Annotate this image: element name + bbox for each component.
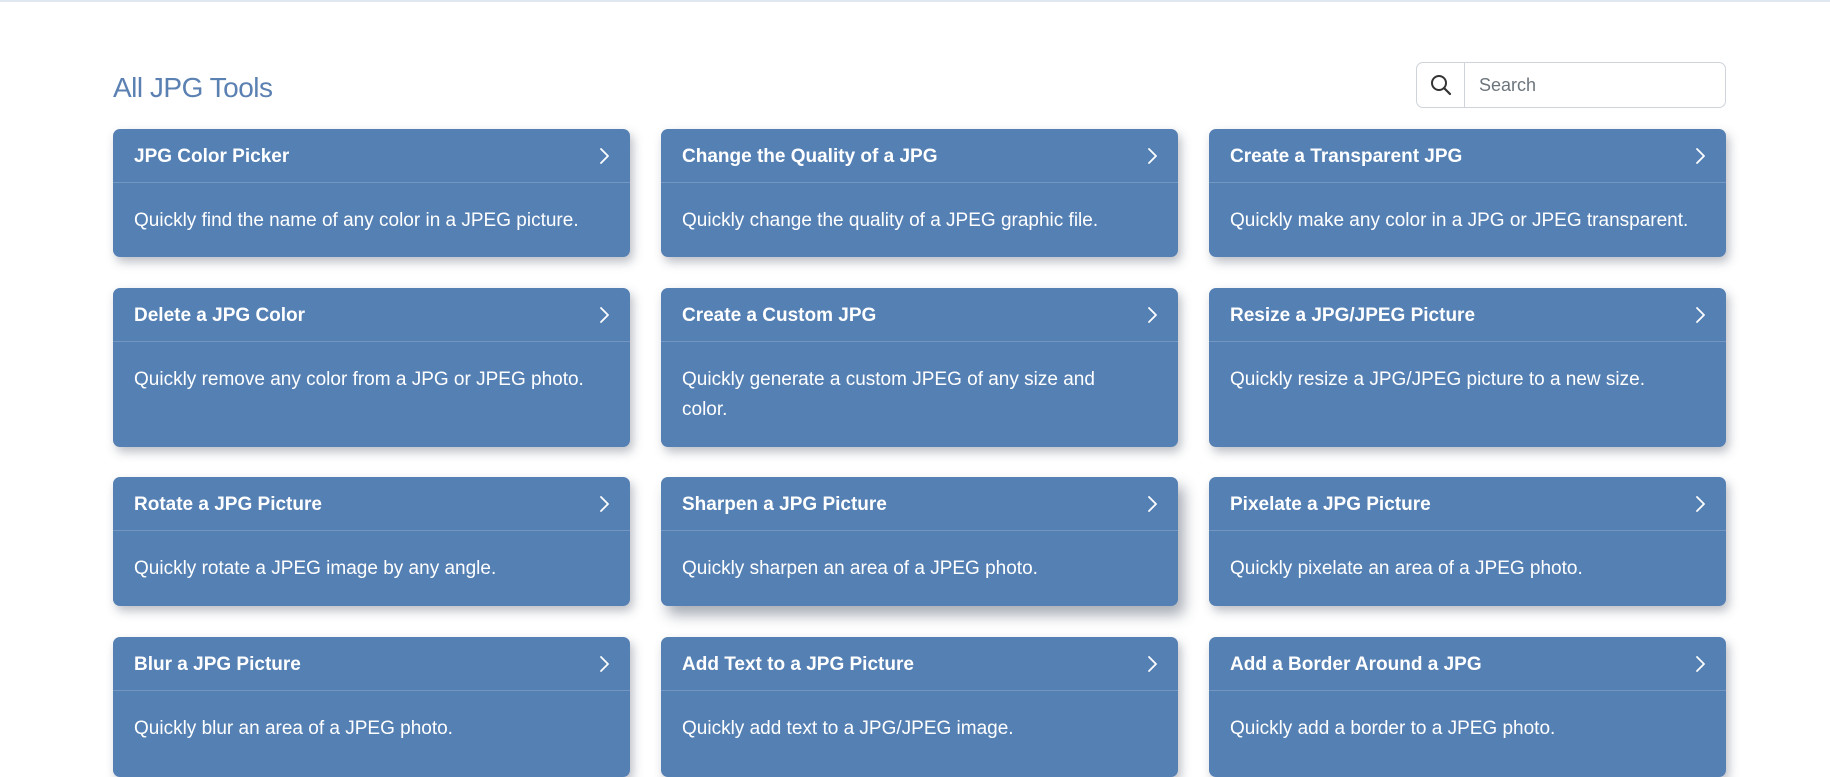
card-header: Sharpen a JPG Picture bbox=[661, 477, 1178, 531]
card-description: Quickly add a border to a JPEG photo. bbox=[1230, 718, 1556, 739]
card-header: Delete a JPG Color bbox=[113, 288, 630, 342]
page-title: All JPG Tools bbox=[113, 72, 273, 103]
card-header: Change the Quality of a JPG bbox=[661, 129, 1178, 183]
chevron-right-icon bbox=[600, 307, 609, 323]
card-header: Blur a JPG Picture bbox=[113, 637, 630, 691]
chevron-right-icon bbox=[1148, 307, 1157, 323]
card-description: Quickly pixelate an area of a JPEG photo… bbox=[1230, 558, 1583, 579]
tool-card-add-border[interactable]: Add a Border Around a JPG Quickly add a … bbox=[1209, 637, 1726, 777]
chevron-right-icon bbox=[1696, 656, 1705, 672]
chevron-right-icon bbox=[1148, 496, 1157, 512]
card-title: Change the Quality of a JPG bbox=[682, 146, 938, 167]
tool-card-sharpen[interactable]: Sharpen a JPG Picture Quickly sharpen an… bbox=[661, 477, 1178, 606]
card-description: Quickly change the quality of a JPEG gra… bbox=[682, 210, 1099, 231]
chevron-right-icon bbox=[1696, 307, 1705, 323]
search-box bbox=[1416, 62, 1726, 108]
card-description: Quickly blur an area of a JPEG photo. bbox=[134, 718, 453, 739]
card-description: Quickly make any color in a JPG or JPEG … bbox=[1230, 210, 1689, 231]
card-title: Add Text to a JPG Picture bbox=[682, 654, 914, 675]
card-title: Blur a JPG Picture bbox=[134, 654, 301, 675]
card-header: Pixelate a JPG Picture bbox=[1209, 477, 1726, 531]
card-title: Create a Transparent JPG bbox=[1230, 146, 1463, 167]
chevron-right-icon bbox=[600, 656, 609, 672]
card-title: Sharpen a JPG Picture bbox=[682, 494, 887, 515]
card-header: Create a Transparent JPG bbox=[1209, 129, 1726, 183]
chevron-right-icon bbox=[600, 148, 609, 164]
card-description: Quickly remove any color from a JPG or J… bbox=[134, 369, 584, 390]
tool-card-jpg-color-picker[interactable]: JPG Color Picker Quickly find the name o… bbox=[113, 129, 630, 257]
search-icon bbox=[1430, 75, 1451, 96]
tool-card-resize[interactable]: Resize a JPG/JPEG Picture Quickly resize… bbox=[1209, 288, 1726, 447]
chevron-right-icon bbox=[1696, 496, 1705, 512]
tool-card-change-quality[interactable]: Change the Quality of a JPG Quickly chan… bbox=[661, 129, 1178, 257]
card-header: Resize a JPG/JPEG Picture bbox=[1209, 288, 1726, 342]
chevron-right-icon bbox=[1148, 148, 1157, 164]
tool-card-create-transparent[interactable]: Create a Transparent JPG Quickly make an… bbox=[1209, 129, 1726, 257]
card-description: Quickly sharpen an area of a JPEG photo. bbox=[682, 558, 1038, 579]
tool-card-create-custom[interactable]: Create a Custom JPG Quickly generate a c… bbox=[661, 288, 1178, 447]
card-title: Create a Custom JPG bbox=[682, 305, 877, 326]
card-title: Rotate a JPG Picture bbox=[134, 494, 322, 515]
tool-card-pixelate[interactable]: Pixelate a JPG Picture Quickly pixelate … bbox=[1209, 477, 1726, 606]
card-header: Create a Custom JPG bbox=[661, 288, 1178, 342]
tool-card-blur[interactable]: Blur a JPG Picture Quickly blur an area … bbox=[113, 637, 630, 777]
card-title: Pixelate a JPG Picture bbox=[1230, 494, 1431, 515]
search-input[interactable] bbox=[1465, 63, 1725, 107]
tool-card-delete-color[interactable]: Delete a JPG Color Quickly remove any co… bbox=[113, 288, 630, 447]
page-header: All JPG Tools bbox=[113, 62, 1726, 110]
search-button[interactable] bbox=[1417, 63, 1465, 107]
card-title: JPG Color Picker bbox=[134, 146, 290, 167]
card-header: JPG Color Picker bbox=[113, 129, 630, 183]
chevron-right-icon bbox=[1696, 148, 1705, 164]
card-description: Quickly find the name of any color in a … bbox=[134, 210, 579, 231]
tool-card-add-text[interactable]: Add Text to a JPG Picture Quickly add te… bbox=[661, 637, 1178, 777]
card-description: Quickly generate a custom JPEG of any si… bbox=[682, 369, 1095, 420]
card-title: Delete a JPG Color bbox=[134, 305, 306, 326]
card-header: Add Text to a JPG Picture bbox=[661, 637, 1178, 691]
card-description: Quickly rotate a JPEG image by any angle… bbox=[134, 558, 497, 579]
tools-page: All JPG Tools JPG Color Picker Quickly f… bbox=[113, 0, 1726, 777]
card-header: Rotate a JPG Picture bbox=[113, 477, 630, 531]
card-header: Add a Border Around a JPG bbox=[1209, 637, 1726, 691]
card-title: Resize a JPG/JPEG Picture bbox=[1230, 305, 1476, 326]
card-description: Quickly add text to a JPG/JPEG image. bbox=[682, 718, 1014, 739]
card-description: Quickly resize a JPG/JPEG picture to a n… bbox=[1230, 369, 1645, 390]
chevron-right-icon bbox=[600, 496, 609, 512]
tool-card-rotate[interactable]: Rotate a JPG Picture Quickly rotate a JP… bbox=[113, 477, 630, 606]
card-title: Add a Border Around a JPG bbox=[1230, 654, 1482, 675]
chevron-right-icon bbox=[1148, 656, 1157, 672]
